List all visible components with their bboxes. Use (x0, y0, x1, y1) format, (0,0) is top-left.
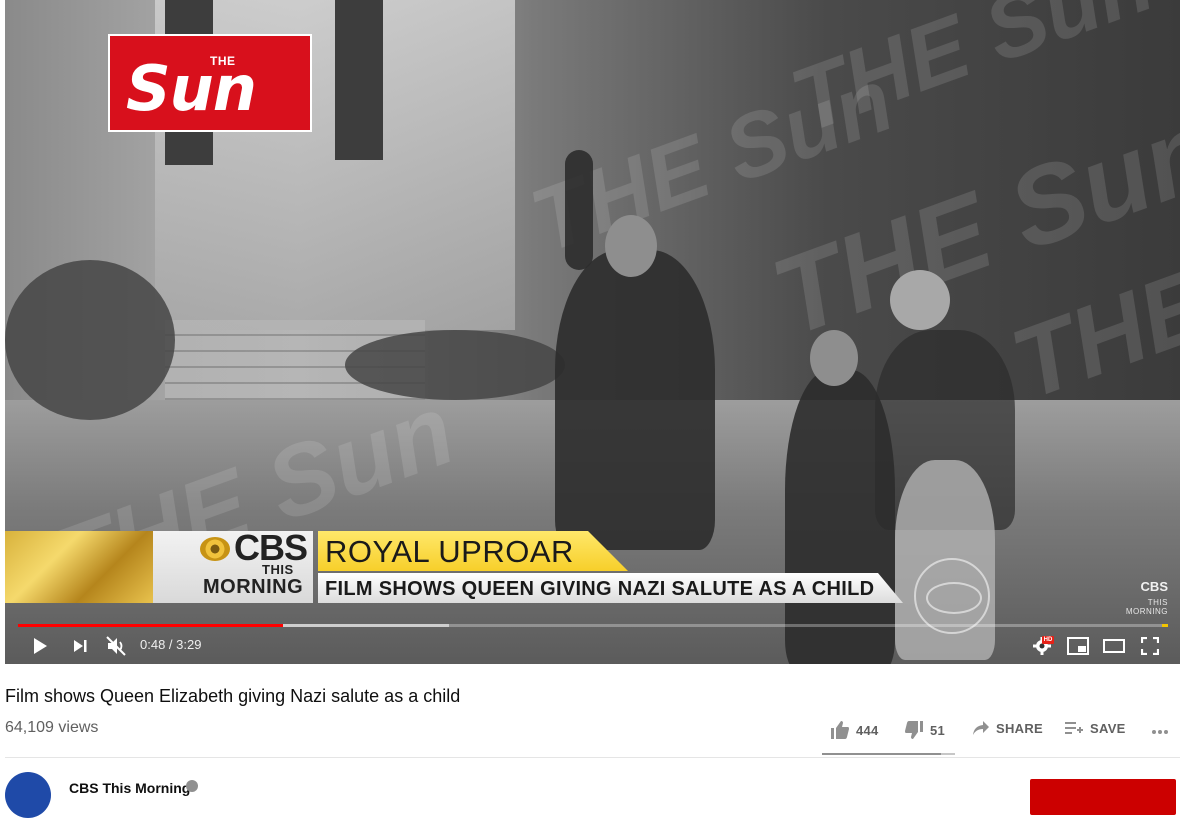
logo-sun: Sun (126, 52, 257, 125)
muted-volume-icon (106, 636, 126, 656)
progress-bar[interactable] (18, 624, 1168, 627)
video-figure-head (890, 270, 950, 330)
share-button[interactable]: SHARE (972, 720, 1043, 736)
view-count: 64,109 views (5, 719, 99, 736)
lower-third-gold-panel (5, 531, 153, 603)
sentiment-bar (822, 753, 955, 755)
sentiment-like-fill (822, 753, 942, 755)
progress-played (18, 624, 283, 627)
headline-text: ROYAL UPROAR (325, 534, 574, 569)
dislike-button[interactable]: 51 (904, 720, 945, 740)
play-button[interactable] (28, 634, 52, 658)
time-current: 0:48 (140, 637, 166, 652)
more-actions-button[interactable] (1150, 722, 1170, 742)
subscribe-button[interactable] (1030, 779, 1176, 815)
time-display: 0:48 / 3:29 (140, 637, 201, 653)
theater-icon (1103, 639, 1125, 653)
dislike-count: 51 (930, 722, 946, 738)
share-arrow-icon (973, 721, 989, 735)
video-figure-head (810, 330, 858, 386)
time-total: 3:29 (176, 637, 202, 652)
share-label: SHARE (996, 720, 1044, 736)
next-button[interactable] (68, 634, 92, 658)
channel-avatar[interactable] (5, 772, 51, 818)
the-sun-logo: THE Sun (108, 34, 312, 132)
ad-marker (1162, 624, 1168, 627)
fullscreen-icon (1141, 637, 1159, 655)
corner-bug-cbs: CBS (1140, 579, 1168, 594)
like-count: 444 (856, 722, 879, 738)
hd-badge: HD (1042, 636, 1054, 644)
brand-this: THIS (262, 562, 294, 577)
channel-name[interactable]: CBS This Morning (69, 779, 190, 797)
cbs-eye-watermark-icon (914, 558, 990, 634)
time-separator: / (165, 637, 177, 652)
cbs-eye-icon (200, 537, 230, 561)
video-title: Film shows Queen Elizabeth giving Nazi s… (5, 686, 461, 706)
corner-bug-sub: THIS MORNING (1125, 598, 1168, 616)
divider (5, 757, 1180, 758)
miniplayer-button[interactable] (1066, 634, 1090, 658)
brand-morning: MORNING (203, 576, 304, 598)
save-button[interactable]: SAVE (1064, 720, 1126, 736)
like-button[interactable]: 444 (830, 720, 879, 740)
thumbs-down-icon (905, 721, 923, 739)
video-bush (345, 330, 565, 400)
miniplayer-icon (1067, 637, 1089, 655)
playlist-add-icon (1065, 722, 1083, 734)
video-figure-arm (565, 150, 593, 270)
theater-button[interactable] (1102, 634, 1126, 658)
verified-badge-icon (186, 780, 198, 792)
video-bush (5, 260, 175, 420)
video-window (335, 0, 383, 160)
play-icon (34, 638, 47, 654)
video-figure-head (605, 215, 657, 277)
thumbs-up-icon (831, 721, 849, 739)
subheadline-text: FILM SHOWS QUEEN GIVING NAZI SALUTE AS A… (325, 578, 875, 600)
video-figure (555, 250, 715, 550)
fullscreen-button[interactable] (1138, 634, 1162, 658)
next-icon (74, 640, 87, 652)
more-horizontal-icon (1152, 730, 1168, 734)
mute-button[interactable] (102, 632, 130, 660)
save-label: SAVE (1090, 720, 1126, 736)
